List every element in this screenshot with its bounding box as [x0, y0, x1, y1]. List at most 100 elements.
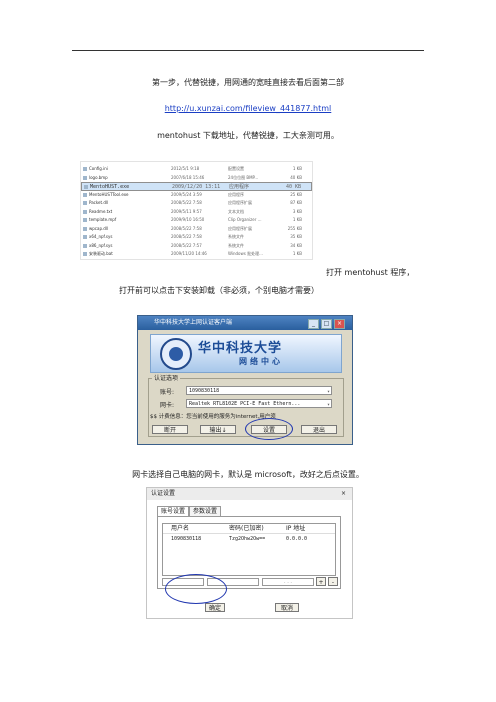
download-note: mentohust 下载地址，代替锐捷，工大亲测可用。 — [157, 131, 339, 140]
exit-button[interactable]: 退出 — [301, 425, 337, 434]
minimize-button[interactable]: _ — [308, 319, 319, 329]
file-type: 配置设置 — [228, 166, 244, 171]
file-date: 2009/5/11 9:57 — [171, 208, 202, 214]
file-type: Windows 批处理... — [228, 251, 263, 256]
file-type: 24位位图 BMP... — [228, 174, 259, 180]
file-type: 应用程序 — [228, 191, 244, 197]
file-row[interactable]: template.mpf 2009/9/10 16:50 Clip Organize… — [81, 216, 312, 224]
file-list: Config.ini 2012/5/1 9:18 配置设置 1 KB logo.bmp 2… — [80, 161, 313, 260]
file-name: Config.ini — [89, 166, 108, 171]
file-icon — [83, 218, 87, 222]
step1-text: 第一步，代替锐捷，用网通的宽畦直接去看后面第二部 — [152, 78, 344, 87]
file-date: 2009/9/10 16:50 — [171, 217, 205, 222]
file-size: 1 KB — [292, 166, 302, 171]
file-name: MentoHUSTTool.exe — [89, 191, 129, 197]
file-icon — [83, 226, 87, 231]
file-icon — [84, 185, 88, 189]
highlight-circle — [165, 574, 227, 604]
file-icon — [83, 243, 87, 248]
file-size: 87 KB — [290, 200, 302, 205]
file-date: 2009/5/24 3:59 — [171, 191, 202, 197]
col-username: 用户名 — [171, 525, 190, 532]
file-date: 2008/5/22 7:58 — [171, 200, 202, 205]
close-button[interactable]: × — [334, 319, 345, 329]
file-date: 2007/6/18 15:46 — [171, 174, 205, 180]
banner-title: 华中科技大学 — [198, 341, 283, 356]
open-text-2: 打开前可以点击下安装卸载（非必须，个别电脑才需要） — [119, 286, 319, 295]
auth-settings-window: 认证设置 × 账号设置 参数设置 用户名 密码(已加密) IP 地址 10908… — [146, 487, 353, 619]
file-size: 3 KB — [292, 208, 302, 214]
settings-title: 认证设置 — [151, 490, 176, 497]
file-type: 系统文件 — [228, 242, 244, 248]
close-icon[interactable]: × — [341, 488, 346, 500]
file-icon — [83, 235, 87, 239]
file-icon — [83, 175, 87, 180]
file-row[interactable]: MentoHUSTTool.exe 2009/5/24 3:59 应用程序 25 KB — [81, 191, 312, 199]
file-type: Clip Organizer ... — [228, 217, 262, 222]
file-size: 25 KB — [290, 191, 302, 197]
account-label: 账号: — [160, 389, 175, 396]
file-row[interactable]: logo.bmp 2007/6/18 15:46 24位位图 BMP... 40 KB — [81, 174, 312, 182]
file-type: 系统文件 — [228, 234, 244, 239]
university-logo-icon — [160, 338, 192, 370]
disconnect-button[interactable]: 断开 — [152, 425, 188, 434]
file-name: logo.bmp — [89, 174, 108, 180]
file-date: 2009/11/20 14:46 — [171, 251, 207, 256]
file-name: template.mpf — [89, 217, 117, 222]
cell-username[interactable]: 1090830118 — [171, 536, 201, 542]
chevron-down-icon: ▾ — [326, 389, 330, 395]
file-icon — [83, 201, 87, 205]
file-row[interactable]: wpcap.dll 2008/5/22 7:58 应用程序扩展 255 KB — [81, 225, 312, 233]
file-row[interactable]: 安装驱动.bat 2009/11/20 14:46 Windows 批处理... 1 … — [81, 250, 312, 258]
file-size: 34 KB — [290, 242, 302, 248]
chevron-down-icon: ▾ — [326, 401, 330, 408]
remove-button[interactable]: - — [328, 577, 338, 586]
file-type: 应用程序扩展 — [228, 225, 252, 231]
download-link[interactable]: http://u.xunzai.com/fileview_441877.html — [0, 104, 496, 113]
col-ip: IP 地址 — [286, 525, 306, 532]
maximize-button[interactable]: □ — [321, 319, 332, 329]
auth-client-window: 华中科技大学上网认证客户端 _ □ × 华中科技大学 网络中心 认证选项 账号:… — [137, 315, 353, 445]
file-row[interactable]: Packet.dll 2008/5/22 7:58 应用程序扩展 87 KB — [81, 199, 312, 207]
file-date: 2008/5/22 7:57 — [171, 242, 202, 248]
file-name: Packet.dll — [89, 200, 109, 205]
file-row[interactable]: Readme.txt 2009/5/11 9:57 文本文档 3 KB — [81, 208, 312, 216]
tab-account[interactable]: 账号设置 — [157, 506, 189, 516]
file-name: wpcap.dll — [89, 225, 109, 231]
file-name: x64_npf.sys — [89, 234, 113, 239]
tab-params[interactable]: 参数设置 — [189, 506, 221, 516]
highlight-circle — [245, 418, 293, 440]
header-rule — [72, 50, 424, 51]
file-row[interactable]: x86_npf.sys 2008/5/22 7:57 系统文件 34 KB — [81, 242, 312, 250]
account-value: 1090830118 — [189, 388, 220, 394]
cell-password[interactable]: Tzg2Ohw2Ow== — [229, 536, 265, 542]
cancel-button[interactable]: 取消 — [275, 603, 299, 612]
add-button[interactable]: + — [316, 577, 326, 586]
output-button[interactable]: 输出↓ — [200, 425, 236, 434]
file-icon — [83, 192, 87, 197]
university-banner: 华中科技大学 网络中心 — [150, 334, 342, 373]
banner-subtitle: 网络中心 — [239, 356, 283, 366]
file-row[interactable]: Config.ini 2012/5/1 9:18 配置设置 1 KB — [81, 165, 312, 173]
ok-button[interactable]: 确定 — [205, 603, 225, 612]
account-select[interactable]: 1090830118 ▾ — [186, 386, 332, 395]
file-size: 1 KB — [292, 251, 302, 256]
ip-input[interactable]: . . . — [262, 578, 314, 586]
file-date: 2012/5/1 9:18 — [171, 166, 200, 171]
file-icon — [83, 252, 87, 256]
cell-ip[interactable]: 0.0.0.0 — [286, 536, 307, 542]
nic-select[interactable]: Realtek RTL8102E PCI-E Fast Ethern... ▾ — [186, 399, 332, 408]
nic-caption: 网卡选择自己电脑的网卡，默认是 microsoft，改好之后点设置。 — [132, 470, 364, 479]
open-text-1: 打开 mentohust 程序， — [326, 268, 415, 277]
auth-options-legend: 认证选项 — [152, 373, 181, 382]
file-size: 255 KB — [287, 225, 302, 231]
nic-value: Realtek RTL8102E PCI-E Fast Ethern... — [189, 401, 301, 407]
file-size: 40 KB — [290, 174, 302, 180]
file-name: 安装驱动.bat — [89, 251, 113, 256]
file-name: x86_npf.sys — [89, 242, 113, 248]
file-type: 应用程序扩展 — [228, 200, 252, 205]
file-date: 2008/5/22 7:58 — [171, 225, 202, 231]
file-date: 2008/5/22 7:58 — [171, 234, 202, 239]
file-row[interactable]: x64_npf.sys 2008/5/22 7:58 系统文件 35 KB — [81, 233, 312, 241]
account-table: 用户名 密码(已加密) IP 地址 1090830118 Tzg2Ohw2Ow=… — [162, 523, 336, 576]
